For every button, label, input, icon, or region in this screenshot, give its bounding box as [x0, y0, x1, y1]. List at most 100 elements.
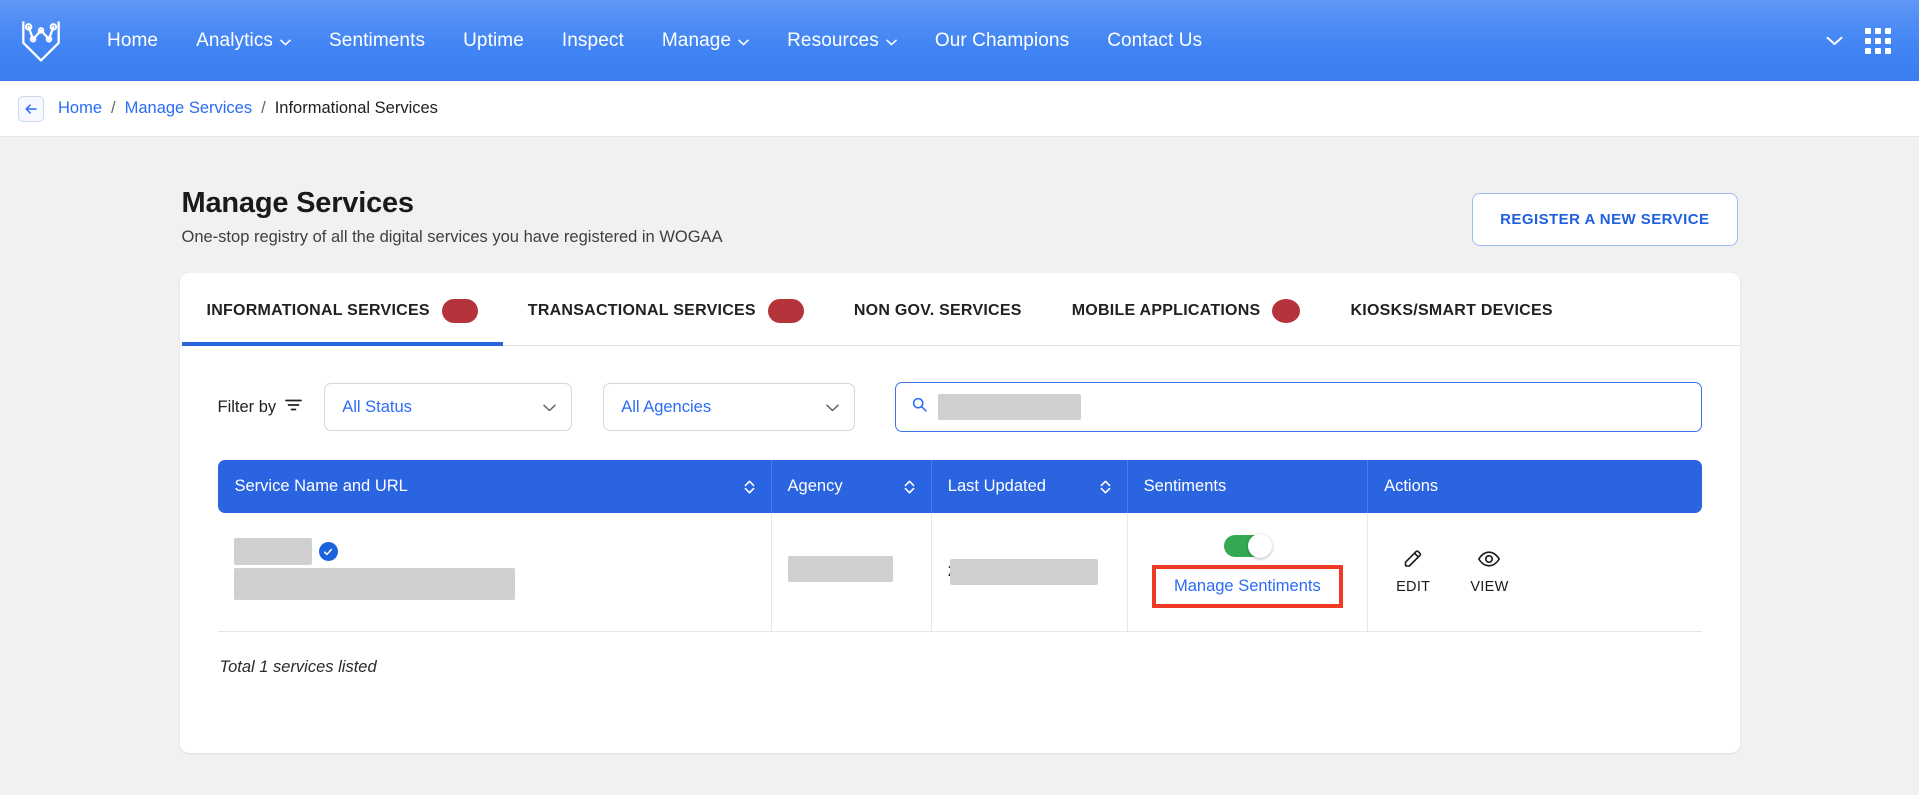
table-header: Service Name and URL Agency Last Updated…	[217, 460, 1702, 513]
nav-item-uptime[interactable]: Uptime	[444, 22, 543, 60]
sentiments-toggle[interactable]	[1224, 534, 1273, 559]
page-header-text: Manage Services One-stop registry of all…	[182, 187, 1473, 247]
search-icon	[912, 397, 927, 417]
view-action-label: VIEW	[1470, 579, 1509, 596]
nav-item-label: Our Champions	[934, 29, 1070, 51]
page-header: Manage Services One-stop registry of all…	[180, 187, 1740, 247]
table-body: 2 Manage Sentiments	[217, 513, 1702, 632]
manage-sentiments-highlight: Manage Sentiments	[1151, 565, 1343, 609]
services-card: INFORMATIONAL SERVICES TRANSACTIONAL SER…	[179, 273, 1740, 753]
nav-item-inspect[interactable]: Inspect	[543, 22, 643, 60]
page-subtitle: One-stop registry of all the digital ser…	[181, 228, 723, 246]
nav-item-our-champions[interactable]: Our Champions	[916, 22, 1088, 60]
filter-by-label: Filter by	[218, 398, 303, 417]
agency-value-redacted	[787, 556, 893, 583]
filter-icon	[285, 398, 303, 417]
row-actions: EDIT VIEW	[1384, 548, 1685, 595]
column-sentiments: Sentiments	[1127, 460, 1369, 513]
table-header-row: Service Name and URL Agency Last Updated…	[217, 460, 1702, 513]
tab-label: KIOSKS/SMART DEVICES	[1350, 302, 1553, 319]
tab-mobile-applications[interactable]: MOBILE APPLICATIONS	[1047, 273, 1326, 345]
table-row: 2 Manage Sentiments	[217, 513, 1702, 632]
nav-item-resources[interactable]: Resources	[768, 22, 916, 60]
chevron-down-icon	[738, 30, 749, 52]
column-service-name-and-url: Service Name and URL	[217, 460, 772, 513]
filter-bar: Filter by All Status All Agencies	[180, 346, 1740, 432]
service-name-line	[233, 538, 755, 566]
nav-item-label: Sentiments	[329, 29, 426, 51]
filter-by-text: Filter by	[217, 397, 277, 416]
nav-item-label: Inspect	[561, 29, 624, 51]
column-agency: Agency	[771, 460, 932, 513]
tab-non-gov-services[interactable]: NON GOV. SERVICES	[829, 273, 1047, 345]
cell-service-name-and-url	[217, 513, 772, 632]
tab-label: MOBILE APPLICATIONS	[1071, 302, 1261, 319]
breadcrumb-home[interactable]: Home	[58, 99, 102, 118]
service-url-line	[233, 568, 755, 605]
column-label: Agency	[787, 477, 843, 495]
apps-grid-icon[interactable]	[1865, 27, 1891, 54]
nav-item-label: Resources	[787, 29, 879, 51]
search-value-redacted	[938, 394, 1082, 420]
services-table-container: Service Name and URL Agency Last Updated…	[180, 432, 1740, 632]
top-navbar: Home Analytics Sentiments Uptime Inspect…	[0, 0, 1919, 81]
verified-check-icon	[318, 542, 338, 562]
view-action[interactable]: VIEW	[1470, 548, 1508, 595]
tab-kiosks-smart-devices[interactable]: KIOSKS/SMART DEVICES	[1325, 273, 1577, 345]
tab-informational-services[interactable]: INFORMATIONAL SERVICES	[181, 273, 504, 346]
nav-item-label: Manage	[661, 29, 732, 51]
nav-item-manage[interactable]: Manage	[643, 22, 768, 60]
pencil-icon	[1402, 548, 1424, 575]
toggle-knob	[1248, 534, 1273, 559]
agency-filter-select[interactable]: All Agencies	[603, 383, 856, 431]
column-actions: Actions	[1367, 460, 1702, 513]
nav-item-analytics[interactable]: Analytics	[177, 22, 310, 60]
wogaa-logo-icon[interactable]	[18, 18, 64, 64]
tab-transactional-services[interactable]: TRANSACTIONAL SERVICES	[503, 273, 829, 345]
tab-label: INFORMATIONAL SERVICES	[206, 302, 430, 319]
cell-sentiments: Manage Sentiments	[1127, 513, 1369, 632]
breadcrumb-manage-services[interactable]: Manage Services	[125, 99, 252, 118]
status-filter-select[interactable]: All Status	[324, 383, 573, 431]
chevron-down-icon	[886, 30, 897, 52]
column-label: Actions	[1384, 477, 1439, 495]
search-input[interactable]	[895, 382, 1702, 432]
cell-actions: EDIT VIEW	[1367, 513, 1702, 632]
nav-item-label: Uptime	[463, 29, 524, 51]
content-container: Manage Services One-stop registry of all…	[179, 137, 1740, 753]
total-services-text: Total 1 services listed	[219, 657, 377, 676]
sort-toggle-agency[interactable]	[904, 480, 915, 494]
column-label: Last Updated	[947, 477, 1046, 495]
register-new-service-button[interactable]: REGISTER A NEW SERVICE	[1472, 193, 1738, 246]
column-label: Sentiments	[1143, 477, 1227, 495]
nav-item-sentiments[interactable]: Sentiments	[310, 22, 444, 60]
nav-links: Home Analytics Sentiments Uptime Inspect…	[88, 22, 1221, 60]
tab-label: TRANSACTIONAL SERVICES	[527, 302, 756, 319]
account-chevron-down-icon[interactable]	[1826, 36, 1843, 46]
manage-sentiments-link[interactable]: Manage Sentiments	[1174, 577, 1321, 596]
breadcrumb-separator: /	[111, 99, 116, 117]
sort-toggle-last-updated[interactable]	[1100, 480, 1111, 494]
tab-count-badge	[1272, 299, 1301, 323]
service-url-redacted	[233, 568, 515, 601]
eye-icon	[1477, 548, 1501, 575]
nav-item-home[interactable]: Home	[88, 22, 177, 60]
sort-toggle-service-name[interactable]	[744, 480, 755, 494]
back-button[interactable]	[18, 95, 44, 122]
page-body: Manage Services One-stop registry of all…	[0, 137, 1919, 753]
sentiments-toggle-wrap	[1144, 534, 1351, 559]
column-label: Service Name and URL	[234, 477, 408, 495]
edit-action[interactable]: EDIT	[1396, 548, 1430, 595]
tab-bar: INFORMATIONAL SERVICES TRANSACTIONAL SER…	[179, 273, 1740, 346]
tab-label: NON GOV. SERVICES	[853, 302, 1022, 319]
breadcrumb-separator: /	[261, 99, 266, 117]
edit-action-label: EDIT	[1396, 579, 1431, 596]
nav-item-contact-us[interactable]: Contact Us	[1088, 22, 1221, 60]
chevron-down-icon	[826, 398, 839, 417]
cell-last-updated: 2	[931, 513, 1128, 632]
tab-count-badge	[767, 299, 804, 323]
navbar-right-controls	[1826, 27, 1897, 54]
page-title: Manage Services	[181, 187, 415, 219]
agency-filter-value: All Agencies	[621, 397, 712, 416]
nav-item-label: Analytics	[196, 29, 274, 51]
